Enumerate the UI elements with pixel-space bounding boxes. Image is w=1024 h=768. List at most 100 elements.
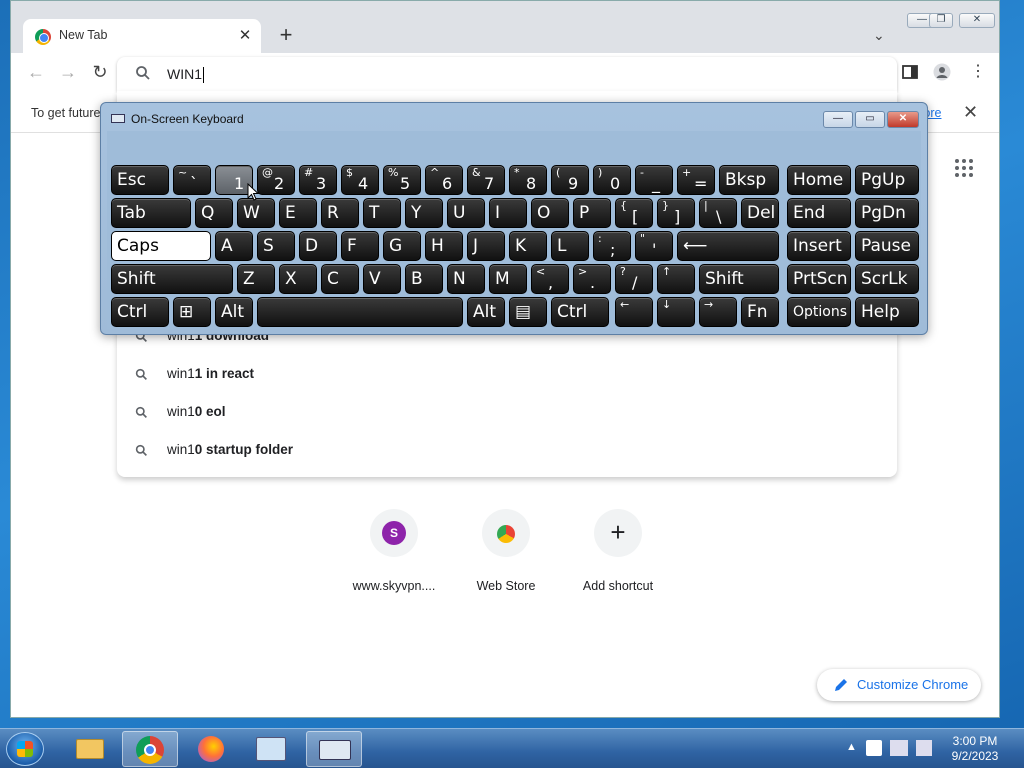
key-6[interactable]: ^ 6	[425, 165, 463, 195]
network-icon[interactable]	[890, 740, 908, 756]
key-del[interactable]: Del	[741, 198, 779, 228]
key-2[interactable]: @2	[257, 165, 295, 195]
key-9[interactable]: (9	[551, 165, 589, 195]
key-fn[interactable]: Fn	[741, 297, 779, 327]
key-8[interactable]: * 8	[509, 165, 547, 195]
start-button[interactable]	[6, 732, 44, 766]
key-5[interactable]: % 5	[383, 165, 421, 195]
taskbar-chrome[interactable]	[122, 731, 178, 767]
key-pgdn[interactable]: PgDn	[855, 198, 919, 228]
key-tab[interactable]: Tab	[111, 198, 191, 228]
key-h[interactable]: H	[425, 231, 463, 261]
reload-button[interactable]: ↻	[89, 61, 111, 83]
key-s[interactable]: S	[257, 231, 295, 261]
key-slash[interactable]: ? /	[615, 264, 653, 294]
omnibox-input[interactable]: WIN1	[167, 66, 204, 84]
key-g[interactable]: G	[383, 231, 421, 261]
suggestion-item[interactable]: win10 startup folder	[117, 432, 897, 470]
key-up-arrow[interactable]: ↑	[657, 264, 695, 294]
key-esc[interactable]: Esc	[111, 165, 169, 195]
key-4[interactable]: $4	[341, 165, 379, 195]
key-caps[interactable]: Caps	[111, 231, 211, 261]
key-w[interactable]: W	[237, 198, 275, 228]
shortcut-skyvpn[interactable]: S www.skyvpn....	[339, 509, 449, 599]
volume-muted-icon[interactable]	[916, 740, 932, 756]
osk-restore-button[interactable]: ▭	[855, 111, 885, 128]
key-right-bracket[interactable]: }]	[657, 198, 695, 228]
key-home[interactable]: Home	[787, 165, 851, 195]
key-i[interactable]: I	[489, 198, 527, 228]
taskbar-control-panel[interactable]	[244, 731, 300, 767]
key-v[interactable]: V	[363, 264, 401, 294]
key-right-arrow[interactable]: →	[699, 297, 737, 327]
key-quote[interactable]: " '	[635, 231, 673, 261]
infobar-close-icon[interactable]: ✕	[963, 102, 978, 123]
taskbar-firefox[interactable]	[184, 731, 240, 767]
key-k[interactable]: K	[509, 231, 547, 261]
customize-chrome-button[interactable]: Customize Chrome	[817, 669, 981, 701]
new-tab-button[interactable]: +	[275, 24, 297, 47]
key-backspace[interactable]: Bksp	[719, 165, 779, 195]
key-space[interactable]	[257, 297, 463, 327]
action-center-flag-icon[interactable]	[866, 740, 882, 756]
key-e[interactable]: E	[279, 198, 317, 228]
taskbar-on-screen-keyboard[interactable]	[306, 731, 362, 767]
key-ctrl-left[interactable]: Ctrl	[111, 297, 169, 327]
key-n[interactable]: N	[447, 264, 485, 294]
key-end[interactable]: End	[787, 198, 851, 228]
key-scrlk[interactable]: ScrLk	[855, 264, 919, 294]
key-period[interactable]: >.	[573, 264, 611, 294]
key-left-arrow[interactable]: ←	[615, 297, 653, 327]
tab-search-chevron-icon[interactable]: ⌄	[873, 27, 885, 44]
key-equals[interactable]: + =	[677, 165, 715, 195]
key-m[interactable]: M	[489, 264, 527, 294]
side-panel-icon[interactable]	[901, 63, 919, 81]
forward-button[interactable]: →	[57, 61, 79, 83]
key-shift-right[interactable]: Shift	[699, 264, 779, 294]
key-q[interactable]: Q	[195, 198, 233, 228]
key-b[interactable]: B	[405, 264, 443, 294]
key-backslash[interactable]: | \	[699, 198, 737, 228]
apps-grid-icon[interactable]	[955, 159, 973, 177]
suggestion-item[interactable]: win10 eol	[117, 394, 897, 432]
key-c[interactable]: C	[321, 264, 359, 294]
key-alt-right[interactable]: Alt	[467, 297, 505, 327]
key-menu[interactable]: ▤	[509, 297, 547, 327]
key-7[interactable]: & 7	[467, 165, 505, 195]
key-z[interactable]: Z	[237, 264, 275, 294]
key-a[interactable]: A	[215, 231, 253, 261]
system-clock[interactable]: 3:00 PM 9/2/2023	[940, 734, 1010, 764]
key-options[interactable]: Options	[787, 297, 851, 327]
window-close-button[interactable]: ✕	[959, 13, 995, 28]
key-l[interactable]: L	[551, 231, 589, 261]
suggestion-item[interactable]: win11 in react	[117, 356, 897, 394]
key-comma[interactable]: <,	[531, 264, 569, 294]
show-hidden-icons-icon[interactable]: ▲	[846, 741, 857, 753]
profile-avatar-icon[interactable]	[933, 63, 951, 81]
shortcut-web-store[interactable]: Web Store	[451, 509, 561, 599]
key-prtscn[interactable]: PrtScn	[787, 264, 851, 294]
key-r[interactable]: R	[321, 198, 359, 228]
key-semicolon[interactable]: :;	[593, 231, 631, 261]
key-x[interactable]: X	[279, 264, 317, 294]
key-f[interactable]: F	[341, 231, 379, 261]
key-0[interactable]: ) 0	[593, 165, 631, 195]
key-j[interactable]: J	[467, 231, 505, 261]
key-help[interactable]: Help	[855, 297, 919, 327]
key-y[interactable]: Y	[405, 198, 443, 228]
add-shortcut-button[interactable]: + Add shortcut	[563, 509, 673, 599]
taskbar-explorer[interactable]	[62, 731, 118, 767]
key-t[interactable]: T	[363, 198, 401, 228]
key-shift-left[interactable]: Shift	[111, 264, 233, 294]
key-pause[interactable]: Pause	[855, 231, 919, 261]
key-enter[interactable]: ⟵	[677, 231, 779, 261]
menu-kebab-icon[interactable]: ⋮	[969, 63, 987, 81]
osk-close-button[interactable]: ✕	[887, 111, 919, 128]
key-minus[interactable]: - _	[635, 165, 673, 195]
tab-new-tab[interactable]: New Tab ✕	[23, 19, 261, 53]
key-windows[interactable]: ⊞	[173, 297, 211, 327]
omnibox[interactable]: WIN1	[117, 57, 897, 91]
key-insert[interactable]: Insert	[787, 231, 851, 261]
key-ctrl-right[interactable]: Ctrl	[551, 297, 609, 327]
key-left-bracket[interactable]: {[	[615, 198, 653, 228]
